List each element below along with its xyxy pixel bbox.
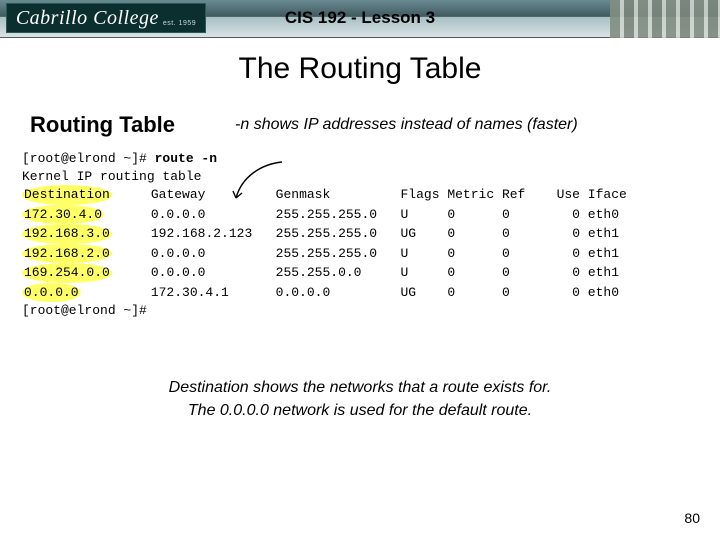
kernel-line: Kernel IP routing table xyxy=(22,169,201,184)
col-headers: Destination Gateway Genmask Flags Metric… xyxy=(22,187,627,202)
page-number: 80 xyxy=(684,510,700,526)
header-pillars-image xyxy=(610,0,720,38)
section-row: Routing Table -n shows IP addresses inst… xyxy=(30,112,690,138)
caption-line-2: The 0.0.0.0 network is used for the defa… xyxy=(188,402,532,419)
logo-text: Cabrillo College xyxy=(16,7,159,30)
slide-title: The Routing Table xyxy=(30,52,690,86)
route-row: 172.30.4.0 0.0.0.0 255.255.255.0 U 0 0 0… xyxy=(22,207,619,222)
route-command: route -n xyxy=(155,151,217,166)
section-head: Routing Table xyxy=(30,112,175,138)
route-row: 169.254.0.0 0.0.0.0 255.255.0.0 U 0 0 0 … xyxy=(22,265,619,280)
dest-header: Destination xyxy=(22,185,112,205)
prompt-line-1: [root@elrond ~]# route -n xyxy=(22,151,217,166)
prompt-line-2: [root@elrond ~]# xyxy=(22,303,147,318)
logo-est: est. 1959 xyxy=(163,20,196,27)
route-row: 192.168.2.0 0.0.0.0 255.255.255.0 U 0 0 … xyxy=(22,246,619,261)
flag-annotation: -n shows IP addresses instead of names (… xyxy=(235,116,578,134)
college-logo: Cabrillo College est. 1959 xyxy=(6,3,206,33)
header-bar: Cabrillo College est. 1959 CIS 192 - Les… xyxy=(0,0,720,38)
caption-block: Destination shows the networks that a ro… xyxy=(30,376,690,422)
terminal-output: [root@elrond ~]# route -n Kernel IP rout… xyxy=(22,150,690,320)
route-row: 0.0.0.0 172.30.4.1 0.0.0.0 UG 0 0 0 eth0 xyxy=(22,285,619,300)
slide-body: The Routing Table Routing Table -n shows… xyxy=(0,38,720,422)
route-row: 192.168.3.0 192.168.2.123 255.255.255.0 … xyxy=(22,226,619,241)
caption-line-1: Destination shows the networks that a ro… xyxy=(169,379,552,396)
